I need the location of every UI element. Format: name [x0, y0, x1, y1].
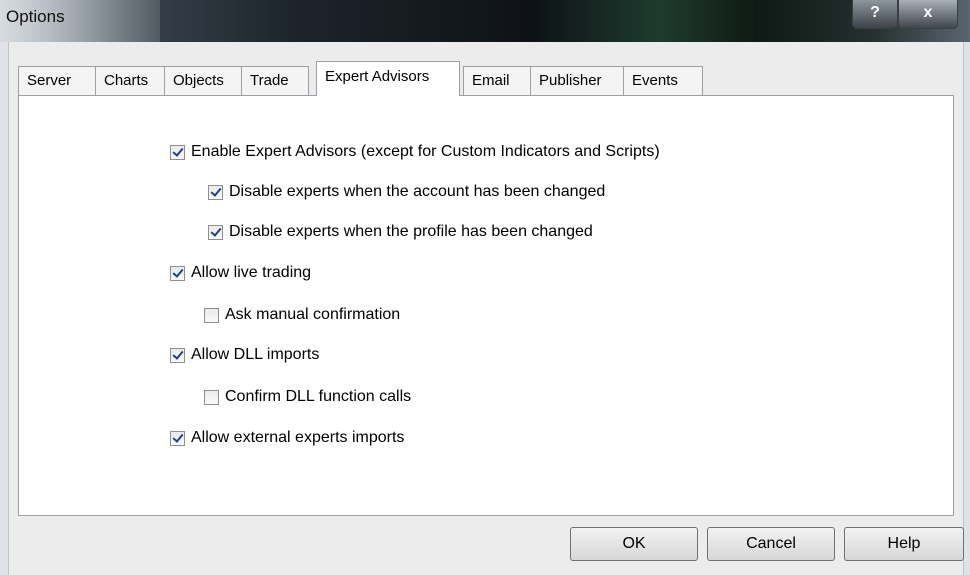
checkbox-ask-manual-confirmation[interactable]	[204, 307, 219, 323]
help-button[interactable]: Help	[844, 527, 964, 561]
option-label: Confirm DLL function calls	[225, 388, 412, 405]
option-enable-expert-advisors[interactable]: Enable Expert Advisors (except for Custo…	[170, 143, 660, 161]
tab-charts[interactable]: Charts	[95, 66, 165, 95]
options-dialog: Options ? x Server Charts Objects Trade …	[0, 0, 970, 575]
checkbox-disable-on-profile-change[interactable]	[208, 224, 223, 240]
expert-advisors-panel: Enable Expert Advisors (except for Custo…	[18, 95, 954, 516]
tab-publisher[interactable]: Publisher	[530, 66, 628, 95]
option-allow-external-experts[interactable]: Allow external experts imports	[170, 429, 404, 447]
option-allow-dll-imports[interactable]: Allow DLL imports	[170, 346, 319, 364]
help-title-button[interactable]: ?	[852, 0, 898, 29]
option-label: Enable Expert Advisors (except for Custo…	[191, 143, 660, 160]
checkbox-allow-live-trading[interactable]	[170, 265, 185, 281]
tab-expert-advisors[interactable]: Expert Advisors	[316, 61, 460, 96]
option-allow-live-trading[interactable]: Allow live trading	[170, 264, 311, 282]
option-confirm-dll-calls[interactable]: Confirm DLL function calls	[204, 388, 411, 406]
option-disable-on-account-change[interactable]: Disable experts when the account has bee…	[208, 183, 605, 201]
checkbox-confirm-dll-calls[interactable]	[204, 389, 219, 405]
checkbox-enable-expert-advisors[interactable]	[170, 144, 185, 160]
ok-button[interactable]: OK	[570, 527, 698, 561]
option-label: Ask manual confirmation	[225, 306, 401, 323]
checkbox-disable-on-account-change[interactable]	[208, 184, 223, 200]
tab-events[interactable]: Events	[623, 66, 703, 95]
option-label: Disable experts when the account has bee…	[229, 183, 606, 200]
option-label: Allow DLL imports	[191, 346, 320, 363]
option-label: Disable experts when the profile has bee…	[229, 223, 593, 240]
checkbox-allow-dll-imports[interactable]	[170, 347, 185, 363]
tab-server[interactable]: Server	[18, 66, 96, 95]
option-ask-manual-confirmation[interactable]: Ask manual confirmation	[204, 306, 400, 324]
title-bar[interactable]: Options ? x	[0, 0, 970, 42]
window-title: Options	[6, 7, 65, 26]
option-disable-on-profile-change[interactable]: Disable experts when the profile has bee…	[208, 223, 593, 241]
close-button[interactable]: x	[898, 0, 958, 29]
checkbox-allow-external-experts[interactable]	[170, 430, 185, 446]
option-label: Allow live trading	[191, 264, 312, 281]
cancel-button[interactable]: Cancel	[707, 527, 835, 561]
option-label: Allow external experts imports	[191, 429, 405, 446]
tab-email[interactable]: Email	[463, 66, 531, 95]
tab-objects[interactable]: Objects	[164, 66, 242, 95]
tab-trade[interactable]: Trade	[241, 66, 309, 95]
